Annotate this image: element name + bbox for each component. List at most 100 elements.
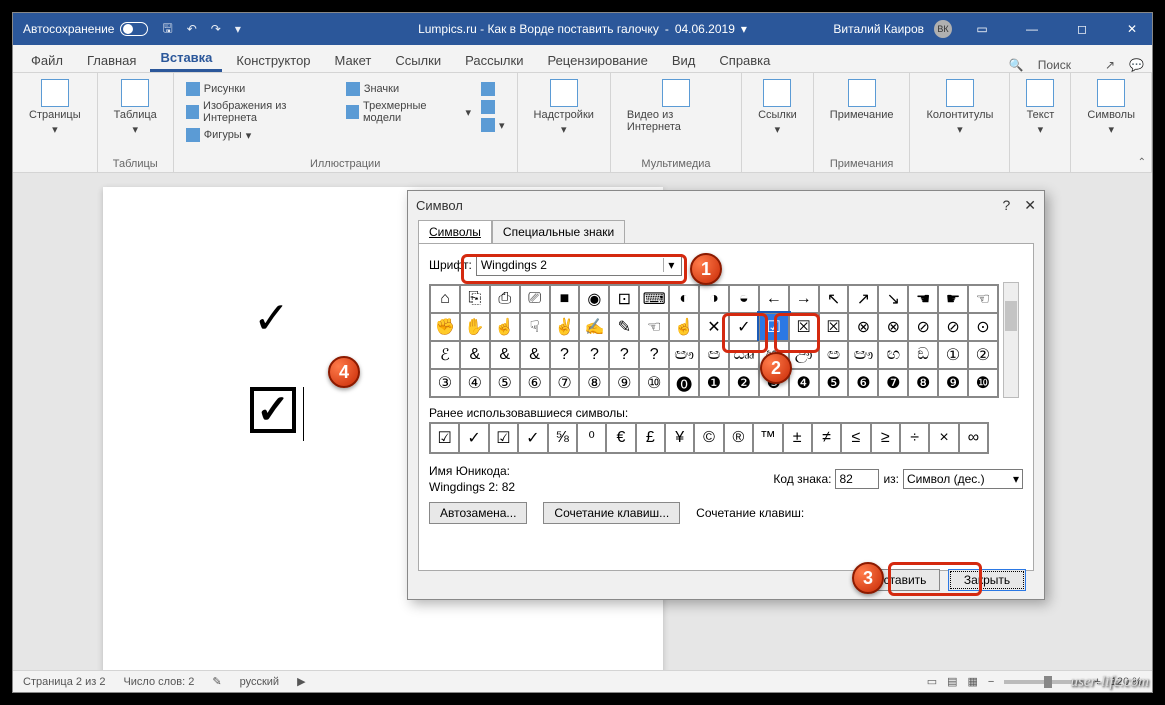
qat-dropdown-icon[interactable]: ▾ xyxy=(235,22,241,36)
recent-symbol-cell[interactable]: ® xyxy=(724,423,753,453)
recent-symbol-cell[interactable]: ≠ xyxy=(812,423,841,453)
symbol-cell[interactable]: ☒ xyxy=(819,313,849,341)
symbol-cell[interactable]: ⌨ xyxy=(639,285,669,313)
recent-symbol-cell[interactable]: © xyxy=(694,423,723,453)
recent-symbol-cell[interactable]: ⅝ xyxy=(548,423,577,453)
links-button[interactable]: Ссылки▾ xyxy=(752,77,803,170)
view-read-icon[interactable]: ▭ xyxy=(927,675,937,688)
symbol-cell[interactable]: ❽ xyxy=(908,369,938,397)
recent-symbol-cell[interactable]: ¥ xyxy=(665,423,694,453)
symbol-cell[interactable]: ☒ xyxy=(789,313,819,341)
status-lang[interactable]: русский xyxy=(240,676,279,688)
symbol-cell[interactable]: ⑨ xyxy=(609,369,639,397)
zoom-out-icon[interactable]: − xyxy=(988,676,994,688)
symbol-cell[interactable]: ⊗ xyxy=(878,313,908,341)
minimize-icon[interactable]: — xyxy=(1012,13,1052,45)
symbol-cell[interactable]: ❷ xyxy=(729,369,759,397)
symbols-button[interactable]: Символы▾ xyxy=(1081,77,1141,170)
symbol-cell[interactable]: ? xyxy=(639,341,669,369)
headerfooter-button[interactable]: Колонтитулы▾ xyxy=(920,77,999,170)
symbol-cell[interactable]: ③ xyxy=(430,369,460,397)
symbol-cell[interactable]: ☝ xyxy=(669,313,699,341)
status-page[interactable]: Страница 2 из 2 xyxy=(23,676,105,688)
tab-layout[interactable]: Макет xyxy=(325,49,382,72)
autocorrect-button[interactable]: Автозамена... xyxy=(429,502,527,524)
recent-symbol-cell[interactable]: × xyxy=(929,423,958,453)
recent-symbol-cell[interactable]: ≥ xyxy=(871,423,900,453)
tab-review[interactable]: Рецензирование xyxy=(537,49,657,72)
symbol-cell[interactable]: ☜ xyxy=(968,285,998,313)
macro-icon[interactable]: ▶ xyxy=(297,675,305,688)
search-icon[interactable]: 🔍 xyxy=(1009,58,1024,72)
recent-symbol-cell[interactable]: ∞ xyxy=(959,423,988,453)
online-pictures-button[interactable]: Изображения из Интернета xyxy=(184,99,338,125)
grid-scrollbar[interactable] xyxy=(1003,282,1019,398)
symbol-cell[interactable]: ඞ xyxy=(908,341,938,369)
symbol-cell[interactable]: ✍ xyxy=(579,313,609,341)
tab-special-chars[interactable]: Специальные знаки xyxy=(492,220,625,244)
recent-symbol-cell[interactable]: € xyxy=(606,423,635,453)
symbol-cell[interactable]: ↖ xyxy=(819,285,849,313)
symbol-cell[interactable]: ⎚ xyxy=(520,285,550,313)
font-select[interactable]: Wingdings 2 ▾ xyxy=(476,254,682,276)
recent-symbol-cell[interactable]: ⁰ xyxy=(577,423,606,453)
status-words[interactable]: Число слов: 2 xyxy=(123,676,194,688)
symbol-cell[interactable]: ✎ xyxy=(609,313,639,341)
tab-view[interactable]: Вид xyxy=(662,49,706,72)
symbol-cell[interactable]: ❾ xyxy=(938,369,968,397)
icons-button[interactable]: Значки xyxy=(344,81,473,97)
save-icon[interactable]: 🖫 xyxy=(162,19,172,40)
symbol-cell[interactable]: ඐ xyxy=(669,341,699,369)
collapse-ribbon-icon[interactable]: ⌃ xyxy=(1138,157,1146,168)
symbol-cell[interactable]: ඏ xyxy=(699,341,729,369)
comment-button[interactable]: Примечание xyxy=(824,77,900,170)
addins-button[interactable]: Надстройки▾ xyxy=(528,77,600,170)
pictures-button[interactable]: Рисунки xyxy=(184,81,338,97)
from-select[interactable]: Символ (дес.) xyxy=(903,469,1023,489)
shapes-button[interactable]: Фигуры ▾ xyxy=(184,127,338,143)
symbol-cell[interactable]: ⊗ xyxy=(848,313,878,341)
pages-button[interactable]: Страницы▾ xyxy=(23,77,87,170)
symbol-cell[interactable]: ■ xyxy=(550,285,580,313)
symbol-cell[interactable]: ඎ xyxy=(729,341,759,369)
symbol-cell[interactable]: ⎙ xyxy=(490,285,520,313)
redo-icon[interactable]: ↷ xyxy=(211,22,221,36)
symbol-cell[interactable]: ❹ xyxy=(789,369,819,397)
search-label[interactable]: Поиск xyxy=(1038,58,1071,72)
symbol-cell[interactable]: ☛ xyxy=(938,285,968,313)
symbol-cell[interactable]: ⊡ xyxy=(609,285,639,313)
symbol-cell[interactable]: ① xyxy=(938,341,968,369)
symbol-cell[interactable]: ◑ xyxy=(699,285,729,313)
symbol-cell[interactable]: ? xyxy=(579,341,609,369)
tab-home[interactable]: Главная xyxy=(77,49,146,72)
symbol-cell[interactable]: ✋ xyxy=(460,313,490,341)
3dmodels-button[interactable]: Трехмерные модели ▾ xyxy=(344,99,473,125)
smartart-icon[interactable] xyxy=(479,81,507,97)
symbol-cell[interactable]: & xyxy=(460,341,490,369)
view-print-icon[interactable]: ▤ xyxy=(947,675,957,688)
symbol-cell[interactable]: ⑥ xyxy=(520,369,550,397)
screenshot-icon[interactable]: ▾ xyxy=(479,117,507,133)
symbol-cell[interactable]: → xyxy=(789,285,819,313)
tab-symbols-dialog[interactable]: Символы xyxy=(418,220,492,244)
symbol-cell[interactable]: ◉ xyxy=(579,285,609,313)
symbol-cell[interactable]: ❻ xyxy=(848,369,878,397)
symbol-cell[interactable]: ⑦ xyxy=(550,369,580,397)
tab-file[interactable]: Файл xyxy=(21,49,73,72)
symbol-cell[interactable]: ← xyxy=(759,285,789,313)
symbol-cell[interactable]: ⑩ xyxy=(639,369,669,397)
symbol-cell[interactable]: ④ xyxy=(460,369,490,397)
recent-symbol-cell[interactable]: ☑ xyxy=(430,423,459,453)
symbol-cell[interactable]: ◐ xyxy=(669,285,699,313)
recent-symbol-cell[interactable]: ™ xyxy=(753,423,782,453)
chart-icon[interactable] xyxy=(479,99,507,115)
comments-icon[interactable]: 💬 xyxy=(1129,58,1144,72)
symbol-cell[interactable]: ? xyxy=(609,341,639,369)
symbol-cell[interactable]: & xyxy=(520,341,550,369)
table-button[interactable]: Таблица▾ xyxy=(108,77,163,170)
spellcheck-icon[interactable]: ✎ xyxy=(212,675,221,688)
symbol-cell[interactable]: ℰ xyxy=(430,341,460,369)
symbol-cell[interactable]: ⊙ xyxy=(968,313,998,341)
symbol-cell[interactable]: ✌ xyxy=(550,313,580,341)
symbol-cell[interactable]: ↘ xyxy=(878,285,908,313)
